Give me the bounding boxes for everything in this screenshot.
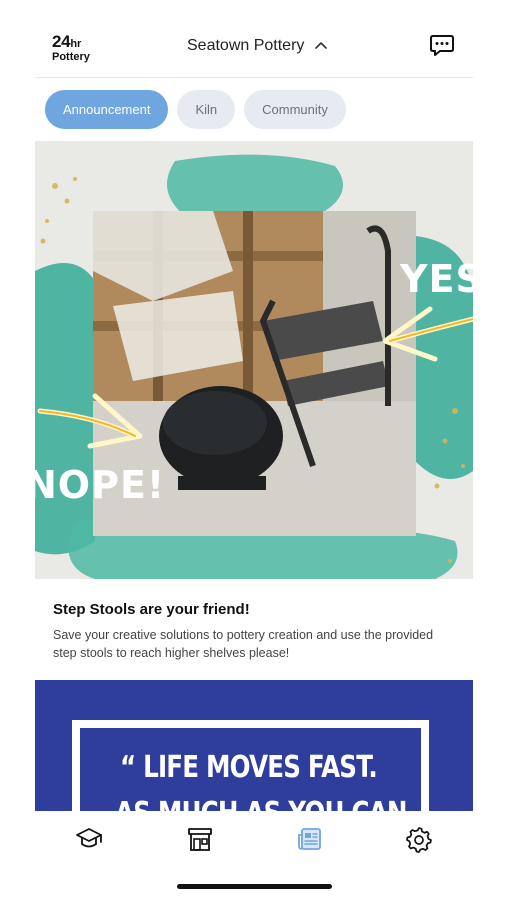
- app-header: 24hr Pottery Seatown Pottery: [0, 0, 507, 78]
- studio-name: Seatown Pottery: [187, 37, 305, 54]
- tab-kiln[interactable]: Kiln: [177, 90, 236, 129]
- studio-selector[interactable]: Seatown Pottery: [187, 37, 328, 55]
- bottom-tab-bar: [35, 811, 473, 867]
- quote-line-2: AS MUCH AS YOU CAN: [115, 796, 407, 811]
- chevron-up-icon: [315, 42, 328, 49]
- newspaper-icon[interactable]: [296, 825, 324, 853]
- arrow-left-annotation: [382, 306, 473, 362]
- quote-post-image[interactable]: “ LIFE MOVES FAST. AS MUCH AS YOU CAN: [35, 680, 473, 811]
- logo-suffix: hr: [70, 38, 82, 50]
- tab-announcement[interactable]: Announcement: [45, 90, 169, 129]
- store-icon[interactable]: [186, 825, 214, 853]
- image-text-nope: NOPE!: [35, 463, 166, 507]
- post-title: Step Stools are your friend!: [53, 601, 250, 618]
- announcement-feed[interactable]: YES NOPE! Step Stools are your friend! S…: [35, 141, 473, 811]
- logo-sub: Pottery: [52, 51, 90, 63]
- quote-line-1: “ LIFE MOVES FAST.: [120, 750, 378, 785]
- home-indicator[interactable]: [177, 884, 332, 889]
- app-logo: 24hr Pottery: [52, 33, 90, 63]
- post-image[interactable]: YES NOPE!: [35, 141, 473, 579]
- category-tabs: Announcement Kiln Community: [45, 90, 346, 129]
- chat-icon[interactable]: [429, 34, 455, 58]
- logo-main: 24: [52, 32, 71, 51]
- gear-icon[interactable]: [405, 825, 433, 853]
- graduation-cap-icon[interactable]: [75, 825, 103, 853]
- image-text-yes: YES: [400, 257, 473, 301]
- header-divider: [35, 77, 473, 78]
- post-body: Save your creative solutions to pottery …: [53, 628, 434, 660]
- tab-community[interactable]: Community: [244, 90, 346, 129]
